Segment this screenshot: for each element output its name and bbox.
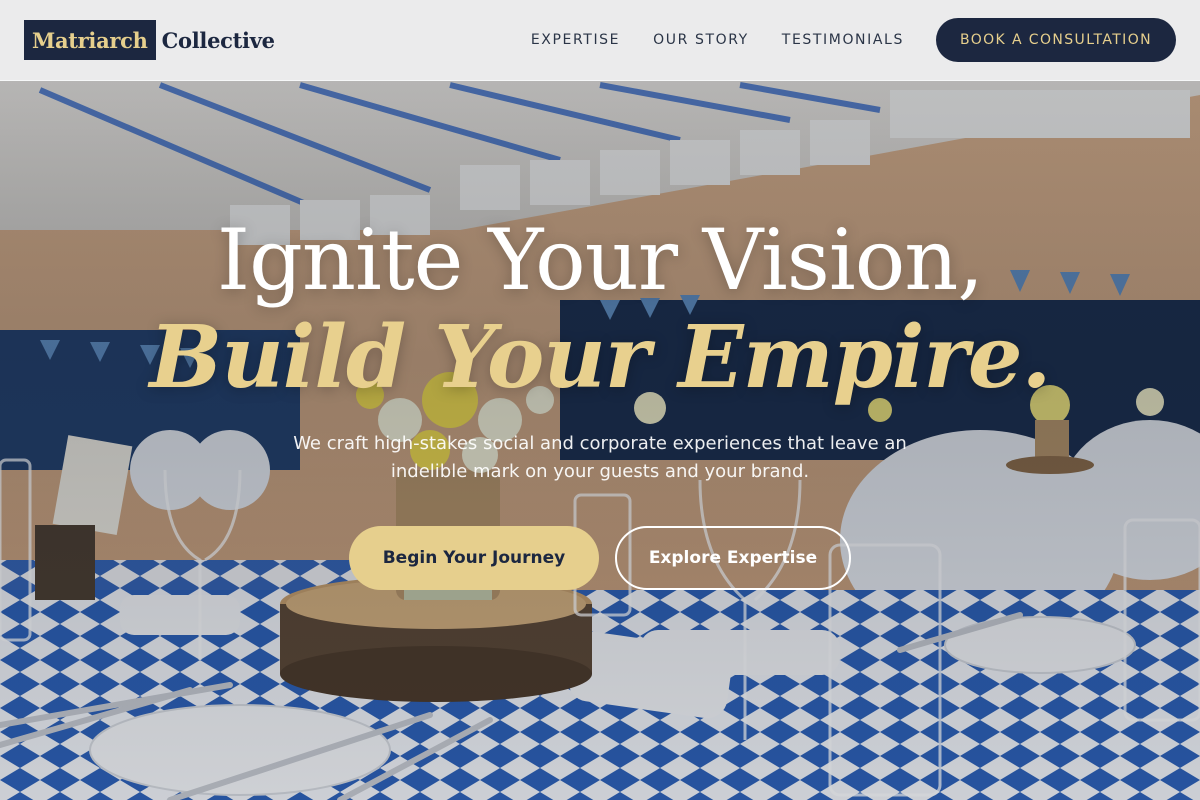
logo-text: Collective	[161, 27, 275, 53]
begin-journey-button[interactable]: Begin Your Journey	[349, 526, 599, 590]
hero-section: Ignite Your Vision, Build Your Empire. W…	[0, 210, 1200, 590]
nav-link-expertise[interactable]: EXPERTISE	[531, 32, 620, 48]
hero-button-group: Begin Your Journey Explore Expertise	[0, 526, 1200, 590]
nav-link-testimonials[interactable]: TESTIMONIALS	[782, 32, 904, 48]
site-header: Matriarch Collective EXPERTISE OUR STORY…	[0, 0, 1200, 81]
main-nav: EXPERTISE OUR STORY TESTIMONIALS BOOK A …	[531, 18, 1176, 62]
explore-expertise-button[interactable]: Explore Expertise	[615, 526, 851, 590]
book-consultation-button[interactable]: BOOK A CONSULTATION	[935, 18, 1176, 62]
hero-subtitle: We craft high-stakes social and corporat…	[293, 433, 907, 482]
logo[interactable]: Matriarch Collective	[24, 20, 275, 60]
hero-headline-line-1: Ignite Your Vision,	[216, 211, 984, 309]
hero-headline-line-2: Build Your Empire.	[149, 307, 1052, 408]
nav-link-our-story[interactable]: OUR STORY	[653, 32, 749, 48]
logo-mark: Matriarch	[24, 20, 156, 60]
